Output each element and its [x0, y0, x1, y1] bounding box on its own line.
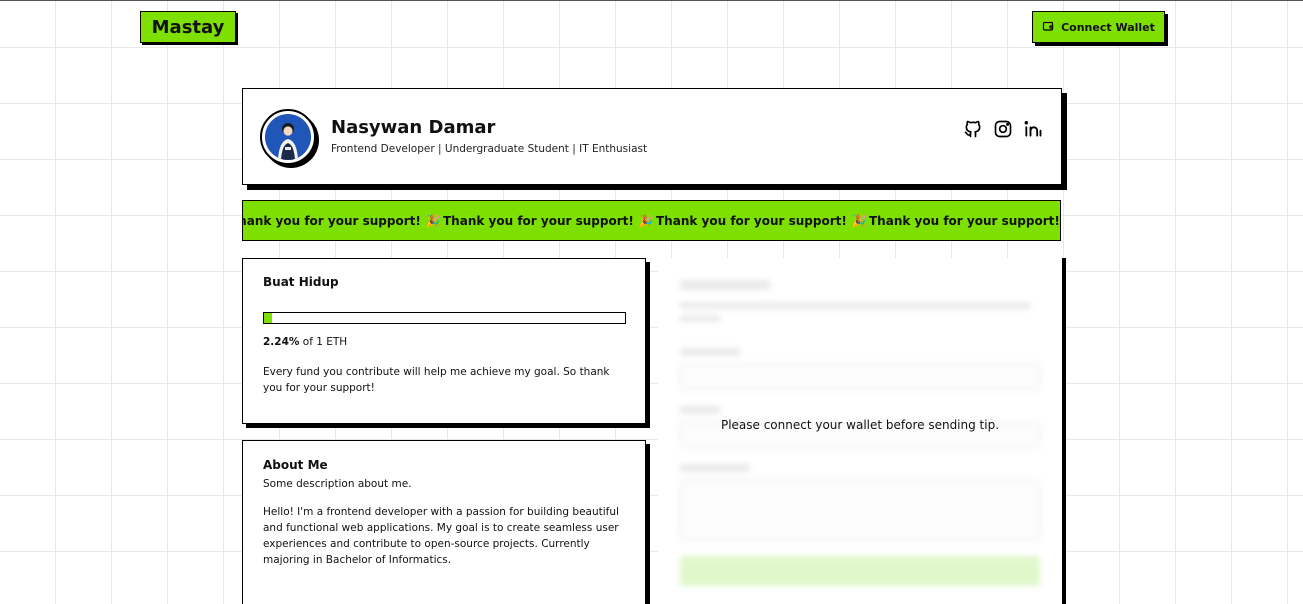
connect-wallet-label: Connect Wallet: [1061, 20, 1155, 34]
about-card: About Me Some description about me. Hell…: [242, 440, 646, 604]
instagram-icon[interactable]: [993, 119, 1013, 139]
goal-progress-text: 2.24% of 1 ETH: [263, 336, 625, 348]
goal-card: Buat Hidup 2.24% of 1 ETH Every fund you…: [242, 258, 646, 424]
profile-card: Nasywan Damar Frontend Developer | Under…: [242, 88, 1062, 185]
linkedin-icon[interactable]: [1023, 119, 1043, 139]
social-links: [963, 119, 1043, 139]
marquee-item: Thank you for your support!🎉: [443, 213, 654, 228]
marquee-item: Thank you for your support!🎉: [869, 213, 1060, 228]
marquee-item: Thank you for your support!🎉: [242, 213, 441, 228]
party-popper-icon: 🎉: [425, 213, 441, 228]
wallet-icon: [1042, 20, 1054, 35]
goal-progress-fill: [264, 313, 273, 323]
party-popper-icon: 🎉: [851, 213, 867, 228]
logo[interactable]: Mastay: [140, 11, 236, 43]
github-icon[interactable]: [963, 119, 983, 139]
goal-target: of 1 ETH: [302, 336, 348, 348]
tip-form-card: Please connect your wallet before sendin…: [658, 258, 1062, 604]
connect-wallet-button[interactable]: Connect Wallet: [1032, 11, 1165, 43]
profile-role: Frontend Developer | Undergraduate Stude…: [331, 143, 648, 155]
goal-description: Every fund you contribute will help me a…: [263, 366, 610, 394]
connect-wallet-notice: Please connect your wallet before sendin…: [720, 418, 1000, 432]
avatar: [260, 109, 316, 165]
goal-title: Buat Hidup: [263, 275, 339, 289]
goal-progress-bar: [263, 312, 626, 324]
about-subtitle: Some description about me.: [263, 478, 412, 490]
about-body: Hello! I'm a frontend developer with a p…: [263, 506, 619, 566]
marquee-item: Thank you for your support!🎉: [656, 213, 867, 228]
about-title: About Me: [263, 458, 328, 472]
profile-name: Nasywan Damar: [331, 117, 496, 138]
party-popper-icon: 🎉: [638, 213, 654, 228]
goal-percent: 2.24%: [263, 336, 300, 348]
thank-you-marquee: Thank you for your support! 🎉 Thank you f…: [242, 200, 1061, 241]
